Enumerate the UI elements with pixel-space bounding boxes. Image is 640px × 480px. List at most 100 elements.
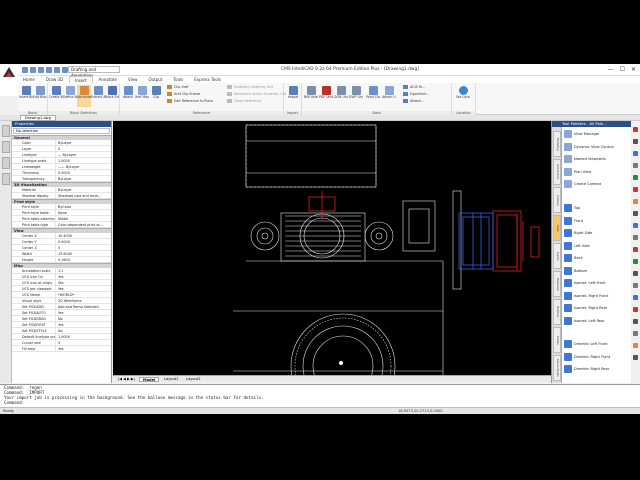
palette-tab[interactable]: Lights (553, 243, 561, 269)
attach-underlay-button[interactable]: Attach Underlay (382, 85, 396, 107)
print-icon[interactable] (46, 67, 52, 73)
hyperlink-button[interactable]: Hyperlink... (402, 91, 429, 97)
panel-toggle-icon[interactable] (2, 141, 10, 153)
minimize-button[interactable]: — (608, 66, 614, 73)
attach-button[interactable]: Attach (121, 85, 135, 107)
panel-toggle-icon[interactable] (2, 157, 10, 169)
open-icon[interactable] (30, 67, 36, 73)
palette-tab[interactable]: View (553, 215, 561, 241)
close-reference-button[interactable]: Close Reference (226, 98, 261, 104)
tool-icon[interactable] (633, 283, 638, 288)
palette-tab[interactable]: Modeling (553, 131, 561, 157)
palette-item[interactable]: Isomet. Left Rear (564, 316, 630, 326)
property-value[interactable]: 9.1600 (56, 257, 111, 262)
palette-item[interactable]: Right Side (564, 228, 630, 238)
tool-icon[interactable] (633, 235, 638, 240)
tool-icon[interactable] (633, 151, 638, 156)
property-value[interactable]: Yes (56, 346, 111, 351)
tool-icon[interactable] (633, 355, 638, 360)
tool-icon[interactable] (633, 295, 638, 300)
tab-layout2[interactable]: Layout2 (183, 377, 204, 382)
palette-item[interactable]: Dimetric Left Front (564, 339, 630, 349)
selection-select[interactable]: No selection (13, 128, 110, 134)
panel-toggle-icon[interactable] (2, 125, 10, 137)
clip-xref-button[interactable]: Clip Xref (166, 84, 188, 90)
tool-icon[interactable] (633, 211, 638, 216)
tool-icon[interactable] (633, 343, 638, 348)
palette-tab[interactable]: Materials (553, 271, 561, 297)
tool-icon[interactable] (633, 163, 638, 168)
property-value[interactable]: Yes (56, 286, 111, 291)
maximize-button[interactable]: ☐ (620, 66, 625, 73)
workspace-select[interactable]: Drafting and Annotation (68, 66, 120, 78)
tab-view[interactable]: View (123, 76, 143, 83)
palette-tab[interactable]: Tables (553, 327, 561, 353)
xref-manager-button[interactable]: Xref Manager (135, 85, 149, 107)
palette-item[interactable]: Named Viewports (564, 154, 630, 164)
pdf-underlay-button[interactable]: PDF Underlay (319, 85, 333, 107)
xref-clip-frame-button[interactable]: Xref Clip Frame (166, 91, 200, 97)
property-value[interactable]: *WORLD* (56, 292, 111, 297)
tab-express-tools[interactable]: Express Tools (189, 76, 226, 83)
palette-item[interactable]: View Manager (564, 129, 630, 139)
undo-icon[interactable] (54, 67, 60, 73)
tab-tools[interactable]: Tools (168, 76, 188, 83)
define-attributes-button[interactable]: Define Attributes (63, 85, 77, 107)
palette-tab[interactable]: Visual Styles (553, 355, 561, 381)
palette-tab[interactable]: Annotation (553, 159, 561, 185)
palette-item[interactable]: Bottom (564, 266, 630, 276)
property-value[interactable]: 2D Wireframe (56, 298, 111, 303)
property-value[interactable]: ByLayer (56, 187, 111, 192)
tab-annotate[interactable]: Annotate (94, 76, 122, 83)
attach-small-button[interactable]: Attach... (402, 98, 424, 104)
dgn-underlay-button[interactable]: DGN Underlay (334, 85, 348, 107)
property-value[interactable]: 10.4030 (56, 233, 111, 238)
tool-icon[interactable] (633, 175, 638, 180)
layout-nav-icon[interactable]: |◀ ◀ ▶ ▶| (115, 377, 138, 382)
new-icon[interactable] (22, 67, 28, 73)
property-value[interactable]: Yes (56, 322, 111, 327)
tool-icon[interactable] (633, 271, 638, 276)
tool-icon[interactable] (633, 127, 638, 132)
palette-item[interactable]: Front (564, 216, 630, 226)
property-value[interactable]: No (56, 316, 111, 321)
property-value[interactable]: Yes (56, 280, 111, 285)
palette-item[interactable]: Left Side (564, 241, 630, 251)
property-value[interactable]: 0 (56, 146, 111, 151)
palette-item[interactable]: Back (564, 253, 630, 263)
property-value[interactable]: Yes (56, 310, 111, 315)
create-block-button[interactable]: Create Block (49, 85, 63, 107)
palette-item[interactable]: Plan View (564, 167, 630, 177)
tool-icon[interactable] (633, 223, 638, 228)
panel-toggle-icon[interactable] (2, 173, 10, 185)
tab-model[interactable]: Model (139, 377, 160, 382)
tool-icon[interactable] (633, 259, 638, 264)
insert-block-button[interactable]: Insert Block (19, 85, 33, 107)
extract-attributes-button[interactable]: Extract Attributes (91, 85, 105, 107)
tool-icon[interactable] (633, 307, 638, 312)
drawing-canvas[interactable] (113, 121, 551, 375)
attribute-display-button[interactable]: Attribute Display (77, 85, 91, 107)
property-value[interactable]: No (56, 328, 111, 333)
palette-item[interactable]: Isomet. Right Front (564, 291, 630, 301)
property-value[interactable]: 5 (56, 340, 111, 345)
tab-layout1[interactable]: Layout1 (161, 377, 182, 382)
tool-icon[interactable] (633, 187, 638, 192)
dwf-underlay-button[interactable]: DWF Underlay (349, 85, 363, 107)
import-button[interactable]: Import (286, 85, 300, 107)
property-value[interactable]: Shadows cast and recei... (56, 193, 111, 198)
command-prompt[interactable]: Command: (4, 400, 640, 405)
palette-item[interactable]: Create Camera (564, 179, 630, 189)
tool-icon[interactable] (633, 139, 638, 144)
palette-tab[interactable]: Camera (553, 187, 561, 213)
property-value[interactable]: ByLayer (56, 176, 111, 181)
edit-reference-button[interactable]: Edit Reference In-Place (166, 98, 213, 104)
palette-item[interactable]: Isomet. Right Rear (564, 303, 630, 313)
tab-home[interactable]: Home (18, 76, 40, 83)
app-menu-button[interactable] (0, 64, 18, 96)
property-value[interactable]: —— ByLayer (56, 164, 111, 169)
acis-file-button[interactable]: ACIS fil... (402, 84, 425, 90)
edit-block-attributes-button[interactable]: Edit Block Attributes (33, 85, 47, 107)
palette-item[interactable]: Isomet. Left Front (564, 278, 630, 288)
tool-icon[interactable] (633, 331, 638, 336)
